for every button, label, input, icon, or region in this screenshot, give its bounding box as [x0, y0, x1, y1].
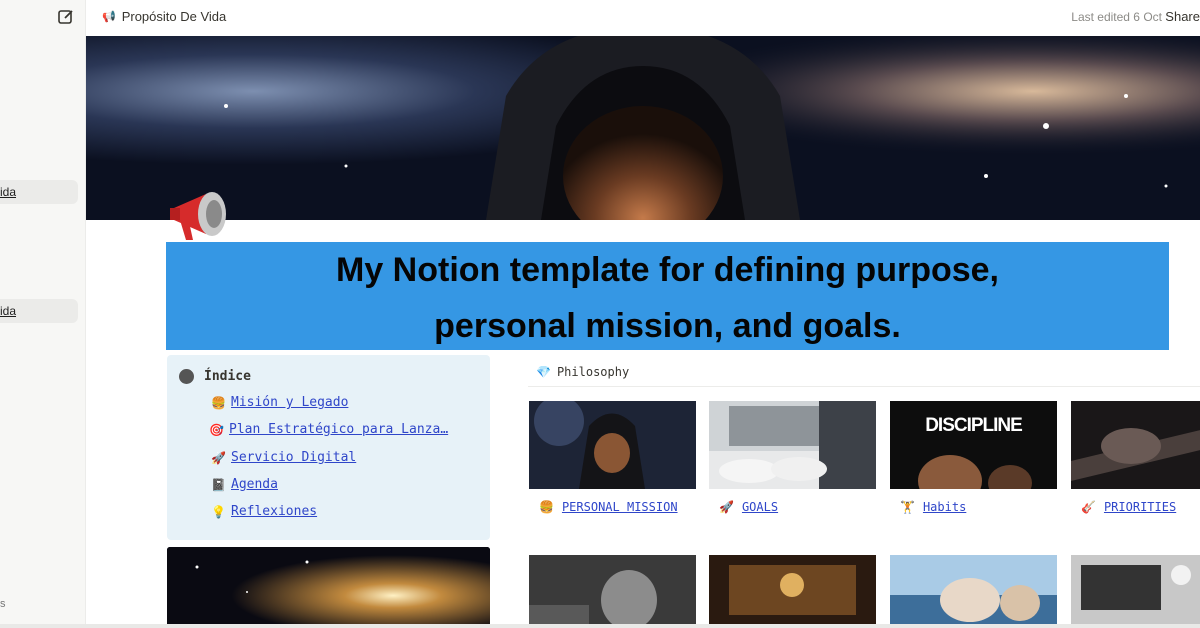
gallery-card-image[interactable] — [529, 555, 696, 628]
lightbulb-icon: 💡 — [211, 504, 226, 519]
index-link[interactable]: Misión y Legado — [231, 395, 348, 410]
index-callout: Índice 🍔 Misión y Legado 🎯 Plan Estratég… — [167, 355, 490, 540]
hooded-figure-image — [86, 36, 1200, 220]
gem-icon: 💎 — [536, 365, 551, 379]
card-image — [529, 401, 696, 489]
sidebar-item-label: ida — [0, 304, 17, 318]
guitar-icon: 🎸 — [1081, 500, 1096, 514]
index-link[interactable]: Servicio Digital — [231, 450, 356, 465]
index-link[interactable]: Plan Estratégico para Lanza… — [229, 422, 448, 437]
new-page-icon[interactable] — [57, 8, 75, 26]
last-edited-text: Last edited 6 Oct — [1071, 10, 1162, 24]
index-link[interactable]: Agenda — [231, 477, 278, 492]
philosophy-title: Philosophy — [556, 365, 630, 379]
philosophy-heading[interactable]: 💎 Philosophy — [528, 358, 1200, 387]
card-image — [709, 401, 876, 489]
share-button[interactable]: Share — [1165, 9, 1200, 24]
card-link[interactable]: PERSONAL MISSION — [562, 499, 678, 516]
sidebar-item-label: ida — [0, 185, 17, 199]
galaxy-picture — [167, 547, 490, 628]
card-link[interactable]: Habits — [923, 499, 966, 516]
topbar: 📢 Propósito De Vida Last edited 6 Oct Sh… — [86, 0, 1200, 34]
index-link[interactable]: Reflexiones — [231, 504, 317, 519]
card-image — [1071, 401, 1200, 489]
gallery-card[interactable]: DISCIPLINE 🏋 Habits — [890, 401, 1057, 516]
card-link[interactable]: GOALS — [742, 499, 778, 516]
headline-line-1: My Notion template for defining purpose, — [336, 251, 999, 289]
index-item[interactable]: 🍔 Misión y Legado — [211, 395, 348, 410]
cover-image[interactable] — [86, 36, 1200, 220]
rocket-icon: 🚀 — [719, 500, 734, 514]
headline-banner: My Notion template for defining purpose,… — [166, 242, 1169, 350]
index-item[interactable]: 🚀 Servicio Digital — [211, 450, 356, 465]
burger-icon: 🍔 — [211, 395, 226, 410]
gallery-card[interactable]: 🚀 GOALS — [709, 401, 876, 516]
burger-icon: 🍔 — [539, 500, 554, 514]
weightlifter-icon: 🏋 — [900, 500, 915, 514]
target-icon: 🎯 — [209, 422, 224, 437]
notebook-icon: 📓 — [211, 477, 226, 492]
megaphone-icon[interactable] — [166, 186, 238, 244]
breadcrumb-title: Propósito De Vida — [121, 9, 227, 24]
index-title: Índice — [204, 369, 251, 384]
sidebar-item[interactable]: ida — [0, 180, 78, 204]
card-link[interactable]: PRIORITIES — [1104, 499, 1176, 516]
sidebar-item[interactable]: ida — [0, 299, 78, 323]
bottom-scroll-edge — [0, 624, 1200, 628]
sidebar: ida ida s — [0, 0, 86, 628]
gallery-card-image[interactable] — [890, 555, 1057, 628]
index-item[interactable]: 💡 Reflexiones — [211, 504, 317, 519]
sidebar-footer: s — [0, 598, 6, 610]
rocket-icon: 🚀 — [211, 450, 226, 465]
gallery-card-image[interactable] — [1071, 555, 1200, 628]
headline-line-2: personal mission, and goals. — [434, 307, 901, 345]
index-item[interactable]: 📓 Agenda — [211, 477, 278, 492]
index-heading[interactable]: Índice — [179, 369, 251, 384]
card-image: DISCIPLINE — [890, 401, 1057, 489]
gallery-card-image[interactable] — [709, 555, 876, 628]
breadcrumb[interactable]: 📢 Propósito De Vida — [102, 9, 226, 24]
galaxy-image[interactable] — [167, 547, 490, 628]
gallery-card[interactable]: 🍔 PERSONAL MISSION — [529, 401, 696, 516]
circle-icon — [179, 369, 194, 384]
gallery-card[interactable]: 🎸 PRIORITIES — [1071, 401, 1200, 516]
index-item[interactable]: 🎯 Plan Estratégico para Lanza… — [209, 422, 448, 437]
megaphone-icon: 📢 — [102, 11, 116, 23]
